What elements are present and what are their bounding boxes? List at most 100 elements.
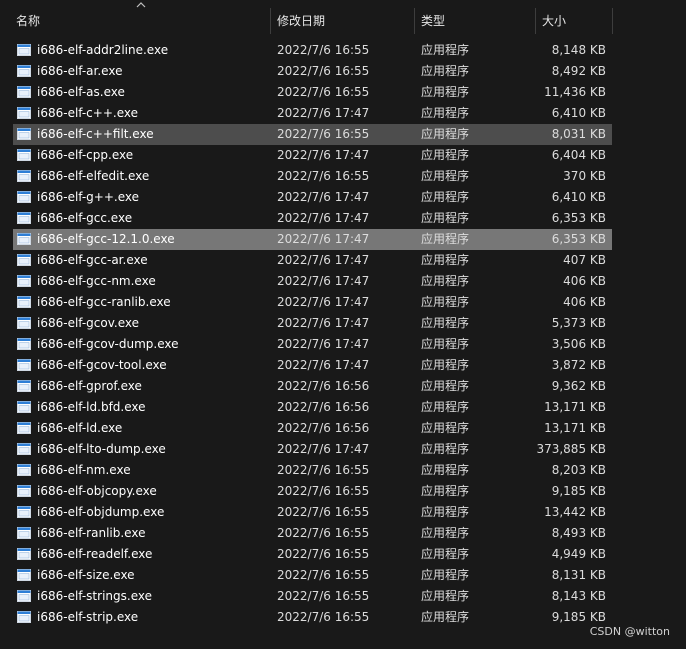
file-modified-date: 2022/7/6 16:56 [277, 421, 370, 435]
file-row[interactable]: i686-elf-gcc-nm.exe 2022/7/6 17:47 应用程序 406… [13, 271, 612, 292]
file-row[interactable]: i686-elf-gcc-12.1.0.exe 2022/7/6 17:47 应用程… [13, 229, 612, 250]
column-header-size[interactable]: 大小 [536, 8, 612, 34]
file-row[interactable]: i686-elf-strip.exe 2022/7/6 16:55 应用程序 9,18… [13, 607, 612, 628]
file-row[interactable]: i686-elf-c++filt.exe 2022/7/6 16:55 应用程序 8,… [13, 124, 612, 145]
file-row[interactable]: i686-elf-c++.exe 2022/7/6 17:47 应用程序 6,410 … [13, 103, 612, 124]
file-modified-date: 2022/7/6 17:47 [277, 337, 370, 351]
column-header-bar: 名称 修改日期 类型 大小 [0, 0, 686, 40]
file-name: i686-elf-objcopy.exe [37, 484, 157, 498]
file-name: i686-elf-gcov-dump.exe [37, 337, 179, 351]
file-row[interactable]: i686-elf-gcov.exe 2022/7/6 17:47 应用程序 5,373… [13, 313, 612, 334]
file-row[interactable]: i686-elf-lto-dump.exe 2022/7/6 17:47 应用程序 3… [13, 439, 612, 460]
file-row[interactable]: i686-elf-objdump.exe 2022/7/6 16:55 应用程序 13… [13, 502, 612, 523]
file-modified-date: 2022/7/6 16:55 [277, 463, 370, 477]
file-size: 6,353 KB [551, 211, 606, 225]
file-row[interactable]: i686-elf-readelf.exe 2022/7/6 16:55 应用程序 4,… [13, 544, 612, 565]
file-row[interactable]: i686-elf-gcc.exe 2022/7/6 17:47 应用程序 6,353 … [13, 208, 612, 229]
file-size: 8,031 KB [551, 127, 606, 141]
file-size: 8,203 KB [551, 463, 606, 477]
exe-window-icon [17, 548, 31, 560]
file-name: i686-elf-c++filt.exe [37, 127, 154, 141]
file-row[interactable]: i686-elf-gcc-ar.exe 2022/7/6 17:47 应用程序 407… [13, 250, 612, 271]
column-header-name[interactable]: 名称 [10, 8, 270, 34]
file-type: 应用程序 [421, 106, 470, 120]
file-size: 6,404 KB [551, 148, 606, 162]
file-modified-date: 2022/7/6 17:47 [277, 295, 370, 309]
file-row[interactable]: i686-elf-cpp.exe 2022/7/6 17:47 应用程序 6,404 … [13, 145, 612, 166]
file-row[interactable]: i686-elf-objcopy.exe 2022/7/6 16:55 应用程序 9,… [13, 481, 612, 502]
file-type: 应用程序 [421, 190, 470, 204]
file-size: 9,185 KB [551, 484, 606, 498]
file-size: 13,171 KB [544, 421, 606, 435]
exe-window-icon [17, 611, 31, 623]
file-size: 8,148 KB [551, 43, 606, 57]
column-header-type[interactable]: 类型 [415, 8, 535, 34]
file-type: 应用程序 [421, 568, 470, 582]
exe-window-icon [17, 233, 31, 245]
column-header-date[interactable]: 修改日期 [271, 8, 414, 34]
file-row[interactable]: i686-elf-ld.bfd.exe 2022/7/6 16:56 应用程序 13,… [13, 397, 612, 418]
file-row[interactable]: i686-elf-ar.exe 2022/7/6 16:55 应用程序 8,492 K… [13, 61, 612, 82]
file-type: 应用程序 [421, 64, 470, 78]
file-type: 应用程序 [421, 589, 470, 603]
exe-window-icon [17, 527, 31, 539]
file-size: 9,362 KB [551, 379, 606, 393]
file-size: 11,436 KB [544, 85, 606, 99]
file-name: i686-elf-elfedit.exe [37, 169, 150, 183]
file-name: i686-elf-gcc-ar.exe [37, 253, 148, 267]
file-type: 应用程序 [421, 547, 470, 561]
file-row[interactable]: i686-elf-as.exe 2022/7/6 16:55 应用程序 11,436 … [13, 82, 612, 103]
file-type: 应用程序 [421, 442, 470, 456]
exe-window-icon [17, 44, 31, 56]
file-type: 应用程序 [421, 148, 470, 162]
file-size: 8,493 KB [551, 526, 606, 540]
file-size: 5,373 KB [551, 316, 606, 330]
file-type: 应用程序 [421, 484, 470, 498]
file-size: 6,410 KB [551, 106, 606, 120]
file-type: 应用程序 [421, 232, 470, 246]
file-row[interactable]: i686-elf-ld.exe 2022/7/6 16:56 应用程序 13,171 … [13, 418, 612, 439]
file-name: i686-elf-lto-dump.exe [37, 442, 166, 456]
file-modified-date: 2022/7/6 16:55 [277, 568, 370, 582]
file-row[interactable]: i686-elf-addr2line.exe 2022/7/6 16:55 应用程序… [13, 40, 612, 61]
file-type: 应用程序 [421, 295, 470, 309]
file-type: 应用程序 [421, 253, 470, 267]
file-name: i686-elf-c++.exe [37, 106, 138, 120]
exe-window-icon [17, 506, 31, 518]
file-size: 4,949 KB [551, 547, 606, 561]
file-name: i686-elf-gcc.exe [37, 211, 133, 225]
file-type: 应用程序 [421, 505, 470, 519]
file-row[interactable]: i686-elf-gcc-ranlib.exe 2022/7/6 17:47 应用程… [13, 292, 612, 313]
file-row[interactable]: i686-elf-gprof.exe 2022/7/6 16:56 应用程序 9,36… [13, 376, 612, 397]
file-modified-date: 2022/7/6 16:55 [277, 127, 370, 141]
file-modified-date: 2022/7/6 17:47 [277, 358, 370, 372]
file-size: 406 KB [563, 274, 606, 288]
file-type: 应用程序 [421, 400, 470, 414]
file-name: i686-elf-ar.exe [37, 64, 123, 78]
exe-window-icon [17, 107, 31, 119]
exe-window-icon [17, 443, 31, 455]
column-divider[interactable] [612, 8, 613, 34]
file-row[interactable]: i686-elf-gcov-dump.exe 2022/7/6 17:47 应用程序… [13, 334, 612, 355]
file-row[interactable]: i686-elf-strings.exe 2022/7/6 16:55 应用程序 8,… [13, 586, 612, 607]
file-row[interactable]: i686-elf-g++.exe 2022/7/6 17:47 应用程序 6,410 … [13, 187, 612, 208]
file-name: i686-elf-nm.exe [37, 463, 131, 477]
file-modified-date: 2022/7/6 16:55 [277, 169, 370, 183]
file-modified-date: 2022/7/6 17:47 [277, 106, 370, 120]
exe-window-icon [17, 254, 31, 266]
file-row[interactable]: i686-elf-elfedit.exe 2022/7/6 16:55 应用程序 37… [13, 166, 612, 187]
file-size: 8,143 KB [551, 589, 606, 603]
file-row[interactable]: i686-elf-gcov-tool.exe 2022/7/6 17:47 应用程序… [13, 355, 612, 376]
exe-window-icon [17, 401, 31, 413]
file-name: i686-elf-gcc-12.1.0.exe [37, 232, 175, 246]
file-modified-date: 2022/7/6 17:47 [277, 232, 370, 246]
file-name: i686-elf-g++.exe [37, 190, 140, 204]
exe-window-icon [17, 275, 31, 287]
file-row[interactable]: i686-elf-size.exe 2022/7/6 16:55 应用程序 8,131… [13, 565, 612, 586]
file-row[interactable]: i686-elf-nm.exe 2022/7/6 16:55 应用程序 8,203 K… [13, 460, 612, 481]
file-size: 407 KB [563, 253, 606, 267]
file-row[interactable]: i686-elf-ranlib.exe 2022/7/6 16:55 应用程序 8,4… [13, 523, 612, 544]
file-size: 3,506 KB [551, 337, 606, 351]
file-size: 6,353 KB [551, 232, 606, 246]
exe-window-icon [17, 359, 31, 371]
